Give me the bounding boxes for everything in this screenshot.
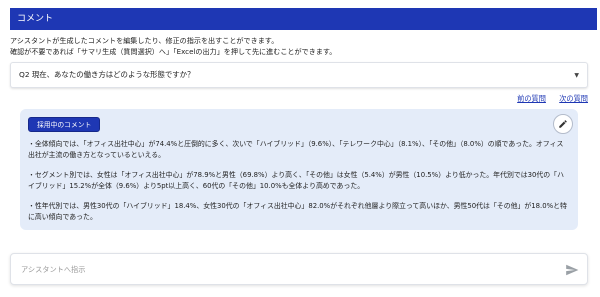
assistant-input-box [10,253,588,285]
next-question-link[interactable]: 次の質問 [559,94,588,103]
edit-comment-button[interactable] [553,114,573,134]
chevron-down-icon: ▼ [574,72,579,79]
section-title: コメント [17,14,54,24]
intro-line-2: 確認が不要であれば「サマリ生成（質問選択）へ」「Excelの出力」を押して先に進… [10,47,337,56]
assistant-instruction-input[interactable] [11,254,531,284]
question-select[interactable]: Q2 現在、あなたの働き方はどのような形態ですか？ ▼ [10,62,588,88]
section-header: コメント [10,8,597,30]
send-icon[interactable] [565,263,579,277]
comment-paragraph: ・セグメント別では、女性は「オフィス出社中心」が78.9%と男性（69.8%）よ… [28,171,564,190]
active-comment-badge: 採用中のコメント [28,117,101,132]
prev-question-link[interactable]: 前の質問 [517,94,546,103]
question-nav: 前の質問 次の質問 [506,94,588,104]
pencil-icon [559,120,567,128]
question-select-value: Q2 現在、あなたの働き方はどのような形態ですか？ [19,70,195,79]
comment-card: 採用中のコメント ・全体傾向では、「オフィス出社中心」が74.4%と圧倒的に多く… [20,109,578,230]
intro-line-1: アシスタントが生成したコメントを編集したり、修正の指示を出すことができます。 [10,36,279,45]
intro-text: アシスタントが生成したコメントを編集したり、修正の指示を出すことができます。 確… [10,35,595,57]
comment-paragraph: ・性年代別では、男性30代の「ハイブリッド」18.4%、女性30代の「オフィス出… [28,202,567,221]
comment-paragraph: ・全体傾向では、「オフィス出社中心」が74.4%と圧倒的に多く、次いで「ハイブリ… [28,140,564,159]
comment-body[interactable]: ・全体傾向では、「オフィス出社中心」が74.4%と圧倒的に多く、次いで「ハイブリ… [28,139,568,232]
